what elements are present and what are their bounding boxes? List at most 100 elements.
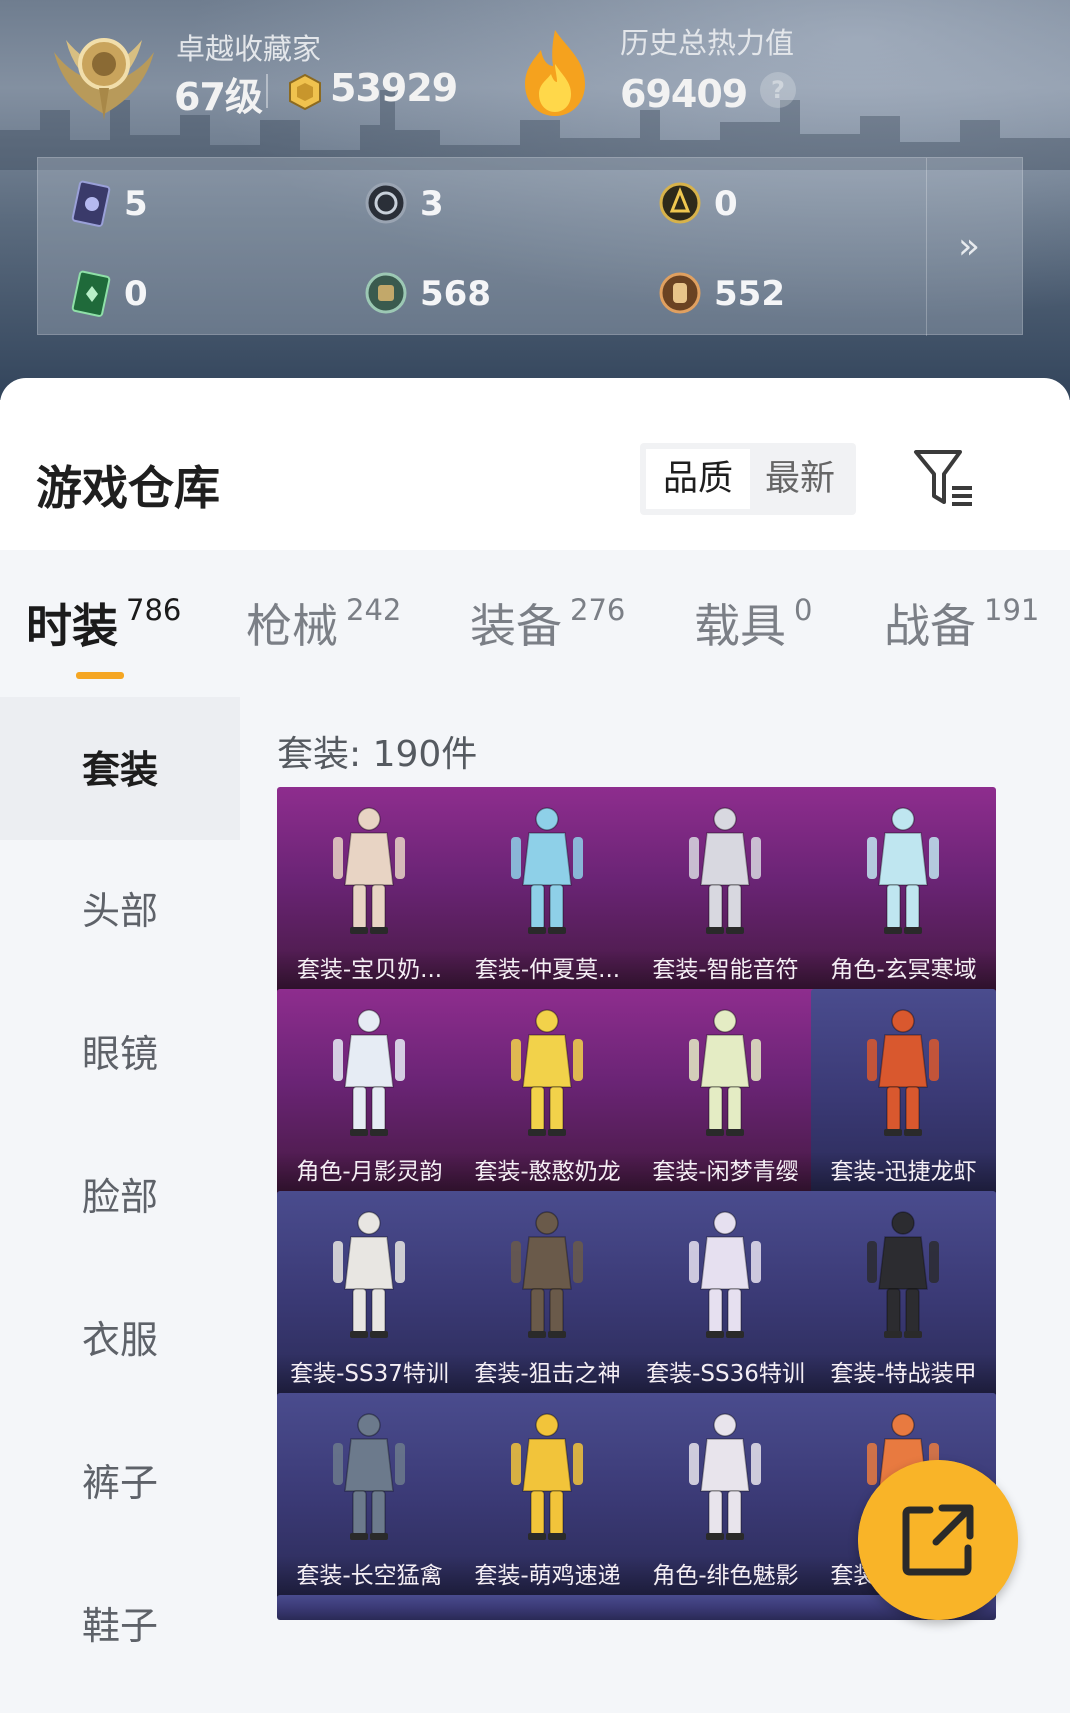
sidebar-item-glasses[interactable]: 眼镜: [0, 983, 240, 1126]
item-card[interactable]: 套装-萌鸡速递: [455, 1393, 640, 1602]
item-name: 套装-憨憨奶龙: [455, 1152, 640, 1192]
outfit-preview-image: [867, 1211, 939, 1338]
outfit-preview-image: [511, 1211, 583, 1338]
flame-icon: [525, 30, 585, 116]
coin-icon: [289, 73, 321, 111]
tab-count: 191: [984, 593, 1040, 627]
gold-badge-icon: [659, 182, 701, 224]
outfit-preview-image: [689, 807, 761, 934]
tab-label: 载具: [694, 599, 786, 653]
item-card[interactable]: [633, 1595, 818, 1620]
stat-value: 5: [124, 184, 148, 224]
rank-title: 卓越收藏家: [176, 32, 322, 66]
ticket-green-icon: [71, 270, 111, 317]
item-count-label: 套装: 190件: [277, 734, 478, 775]
item-name: 角色-绯色魅影: [633, 1556, 818, 1596]
item-name: 套装-SS37特训: [277, 1354, 462, 1394]
outfit-preview-image: [867, 807, 939, 934]
help-icon[interactable]: ?: [760, 72, 796, 108]
share-button[interactable]: [858, 1460, 1018, 1620]
tab-count: 786: [126, 593, 182, 627]
item-card[interactable]: 套装-宝贝奶...: [277, 787, 462, 996]
outfit-preview-image: [689, 1211, 761, 1338]
tab-count: 0: [794, 593, 813, 627]
outfit-preview-image: [333, 1413, 405, 1540]
stat-value: 568: [420, 274, 491, 314]
ticket-purple-icon: [71, 180, 111, 227]
tab-count: 242: [346, 593, 402, 627]
jade-coin-icon: [365, 272, 407, 314]
bronze-coin-icon: [659, 272, 701, 314]
item-card[interactable]: [277, 1595, 462, 1620]
item-name: 套装-仲夏莫...: [455, 950, 640, 990]
tab-label: 装备: [470, 599, 562, 653]
item-card[interactable]: 套装-SS37特训: [277, 1191, 462, 1400]
player-level: 67级: [174, 75, 263, 119]
item-name: 角色-玄冥寒域: [811, 950, 996, 990]
item-card[interactable]: 套装-智能音符: [633, 787, 818, 996]
currency-panel[interactable]: 5 3 0 0 568 552 »: [37, 157, 1023, 336]
item-card[interactable]: 套装-迅捷龙虾: [811, 989, 996, 1198]
item-name: 角色-月影灵韵: [277, 1152, 462, 1192]
outfit-preview-image: [867, 1009, 939, 1136]
sidebar-item-pants[interactable]: 裤子: [0, 1412, 240, 1555]
item-name: 套装-长空猛禽: [277, 1556, 462, 1596]
subcategory-sidebar: 套装 头部 眼镜 脸部 衣服 裤子 鞋子: [0, 697, 252, 1713]
divider: [266, 74, 268, 108]
outfit-preview-image: [333, 1211, 405, 1338]
heat-title: 历史总热力值: [620, 26, 795, 60]
item-card[interactable]: 套装-长空猛禽: [277, 1393, 462, 1602]
outfit-preview-image: [511, 1413, 583, 1540]
chevron-double-right-icon[interactable]: »: [958, 226, 980, 267]
outfit-preview-image: [689, 1009, 761, 1136]
item-card[interactable]: 角色-绯色魅影: [633, 1393, 818, 1602]
divider: [926, 158, 927, 336]
coin-balance: 53929: [330, 66, 458, 110]
outfit-preview-image: [333, 1009, 405, 1136]
sort-quality-button[interactable]: 品质: [646, 449, 750, 509]
page-title: 游戏仓库: [36, 461, 220, 515]
tab-label: 时装: [26, 599, 118, 653]
item-card[interactable]: 套装-狙击之神: [455, 1191, 640, 1400]
item-name: 套装-萌鸡速递: [455, 1556, 640, 1596]
tab-fashion[interactable]: 时装 786: [26, 590, 181, 656]
item-card[interactable]: [455, 1595, 640, 1620]
item-card[interactable]: 套装-憨憨奶龙: [455, 989, 640, 1198]
item-name: 套装-SS36特训: [633, 1354, 818, 1394]
sidebar-item-face[interactable]: 脸部: [0, 1126, 240, 1269]
sidebar-item-outfit[interactable]: 套装: [0, 697, 240, 840]
item-name: 套装-智能音符: [633, 950, 818, 990]
tab-combat-gear[interactable]: 战备 191: [884, 590, 1039, 656]
sort-toggle: 品质 最新: [640, 443, 856, 515]
item-card[interactable]: 角色-玄冥寒域: [811, 787, 996, 996]
stat-value: 3: [420, 184, 444, 224]
rank-badge-icon: [54, 38, 154, 120]
outfit-preview-image: [511, 1009, 583, 1136]
tab-label: 战备: [884, 599, 976, 653]
item-card[interactable]: 套装-特战装甲: [811, 1191, 996, 1400]
tab-equipment[interactable]: 装备 276: [470, 590, 625, 656]
item-name: 套装-闲梦青缨: [633, 1152, 818, 1192]
active-tab-indicator: [76, 672, 124, 679]
stat-value: 552: [714, 274, 785, 314]
item-name: 套装-狙击之神: [455, 1354, 640, 1394]
sidebar-item-shoes[interactable]: 鞋子: [0, 1555, 240, 1698]
tab-vehicles[interactable]: 载具 0: [694, 590, 812, 656]
tab-count: 276: [570, 593, 626, 627]
item-name: 套装-特战装甲: [811, 1354, 996, 1394]
item-name: 套装-宝贝奶...: [277, 950, 462, 990]
item-card[interactable]: 套装-仲夏莫...: [455, 787, 640, 996]
tab-firearms[interactable]: 枪械 242: [246, 590, 401, 656]
sidebar-item-head[interactable]: 头部: [0, 840, 240, 983]
outfit-preview-image: [333, 807, 405, 934]
item-card[interactable]: 套装-SS36特训: [633, 1191, 818, 1400]
sort-latest-button[interactable]: 最新: [748, 449, 852, 509]
item-card[interactable]: 角色-月影灵韵: [277, 989, 462, 1198]
heat-value: 69409: [620, 72, 748, 116]
silver-coin-icon: [365, 182, 407, 224]
item-card[interactable]: 套装-闲梦青缨: [633, 989, 818, 1198]
item-name: 套装-迅捷龙虾: [811, 1152, 996, 1192]
filter-icon[interactable]: [910, 446, 976, 512]
sidebar-item-clothes[interactable]: 衣服: [0, 1269, 240, 1412]
outfit-preview-image: [511, 807, 583, 934]
